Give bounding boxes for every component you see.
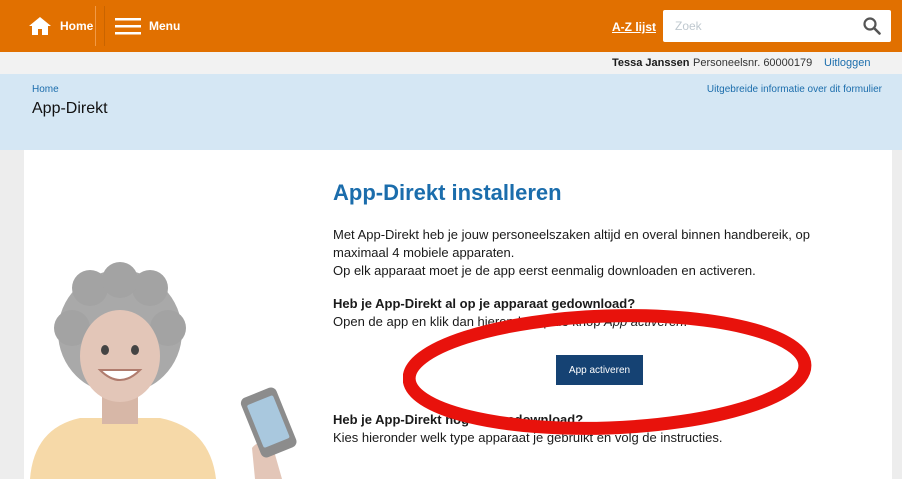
user-bar: Tessa Janssen Personeelsnr. 60000179 Uit…: [0, 52, 902, 74]
user-name: Tessa Janssen: [612, 57, 690, 69]
section-heading: App-Direkt installeren: [333, 180, 562, 205]
search-icon[interactable]: [863, 17, 881, 35]
not-downloaded-answer: Kies hieronder welk type apparaat je geb…: [333, 430, 723, 445]
home-icon: [29, 17, 51, 35]
answer-emphasis: App activeren: [604, 314, 684, 329]
downloaded-answer: Open de app en klik dan hieronder op de …: [333, 314, 687, 329]
home-label: Home: [60, 19, 94, 33]
answer-suffix: .: [683, 314, 688, 329]
search-input[interactable]: [663, 10, 853, 42]
person-with-phone-illustration: [30, 262, 297, 479]
a-z-list-link[interactable]: A-Z lijst: [612, 20, 656, 34]
intro-line-2: Op elk apparaat moet je de app eerst een…: [333, 263, 756, 278]
employee-number: Personeelsnr. 60000179: [693, 57, 813, 69]
page-header-banner: Home App-Direkt Uitgebreide informatie o…: [0, 74, 902, 150]
intro-line-1: Met App-Direkt heb je jouw personeelszak…: [333, 227, 810, 260]
answer-prefix: Open de app en klik dan hieronder op de …: [333, 314, 605, 329]
breadcrumb-home[interactable]: Home: [32, 84, 59, 95]
menu-label: Menu: [149, 19, 181, 33]
intro-text: Met App-Direkt heb je jouw personeelszak…: [333, 226, 853, 280]
not-downloaded-question: Heb je App-Direkt nog niet gedownload?: [333, 412, 584, 427]
logout-link[interactable]: Uitloggen: [824, 57, 870, 69]
menu-button[interactable]: Menu: [104, 6, 184, 46]
downloaded-question: Heb je App-Direkt al op je apparaat gedo…: [333, 296, 636, 311]
hamburger-menu-icon: [115, 18, 141, 35]
home-button[interactable]: Home: [8, 6, 96, 46]
search-box: [663, 10, 891, 42]
activate-app-button[interactable]: App activeren: [556, 355, 643, 385]
form-info-link[interactable]: Uitgebreide informatie over dit formulie…: [707, 84, 882, 95]
top-navigation-bar: Home Menu A-Z lijst: [0, 0, 902, 52]
page-title: App-Direkt: [32, 100, 108, 117]
